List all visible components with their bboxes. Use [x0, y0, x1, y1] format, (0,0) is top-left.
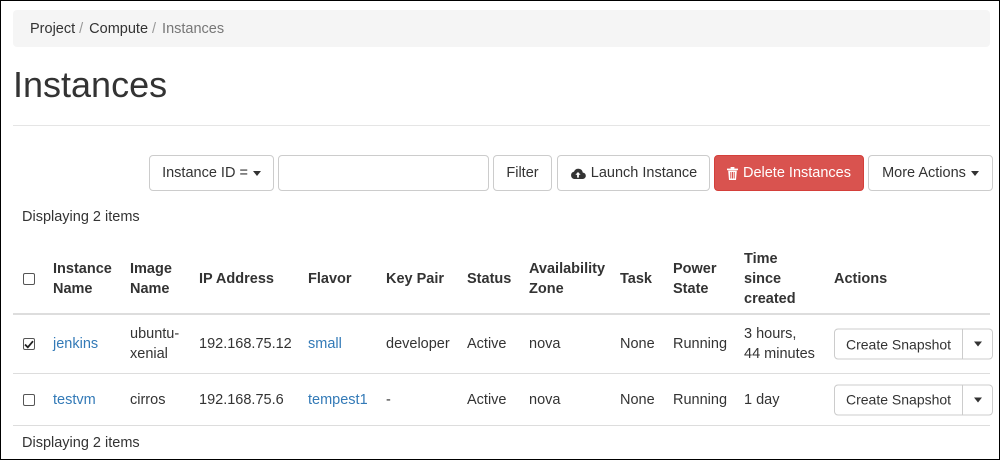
- header-line: Time: [744, 251, 778, 267]
- header-line: Zone: [529, 281, 564, 297]
- row-checkbox[interactable]: [23, 393, 35, 406]
- delete-instances-label: Delete Instances: [742, 165, 851, 181]
- cell-line: ubuntu-: [130, 326, 180, 342]
- header-status[interactable]: Status: [467, 243, 511, 315]
- page-title: Instances: [13, 64, 168, 105]
- status-cell: Active: [467, 336, 507, 352]
- item-count-top: Displaying 2 items: [22, 209, 140, 225]
- cloud-upload-icon: [570, 167, 586, 180]
- cell-line: 3 hours,: [744, 326, 797, 342]
- create-snapshot-button[interactable]: Create Snapshot: [834, 384, 964, 415]
- time-since-created-cell: 1 day: [744, 391, 780, 408]
- filter-button[interactable]: Filter: [493, 155, 552, 191]
- table-row: testvm cirros 192.168.75.6 tempest1 - Ac…: [13, 374, 994, 426]
- header-line: Name: [53, 281, 93, 297]
- row-actions: Create Snapshot: [834, 384, 994, 415]
- trash-icon: [726, 166, 738, 180]
- header-actions: Actions: [834, 271, 888, 287]
- key-pair-cell: developer: [386, 336, 450, 352]
- caret-down-icon: [973, 341, 982, 347]
- header-line: Name: [130, 281, 170, 297]
- filter-field-select[interactable]: Instance ID =: [149, 155, 274, 191]
- breadcrumb-separator: /: [79, 20, 84, 37]
- table-row: jenkins ubuntu-xenial 192.168.75.12 smal…: [13, 315, 994, 374]
- breadcrumb: Project / Compute / Instances: [13, 10, 990, 47]
- select-all-checkbox[interactable]: [23, 273, 35, 285]
- item-count-bottom: Displaying 2 items: [22, 435, 140, 451]
- image-name-cell: ubuntu-xenial: [130, 315, 179, 373]
- header-instance-name[interactable]: Instance Name: [53, 243, 112, 315]
- delete-instances-button[interactable]: Delete Instances: [714, 155, 864, 191]
- header-line: since: [744, 271, 782, 287]
- header-power-state[interactable]: Power State: [673, 243, 717, 315]
- header-key-pair[interactable]: Key Pair: [386, 243, 444, 315]
- row-actions-dropdown[interactable]: [963, 384, 994, 415]
- header-ip-address[interactable]: IP Address: [199, 243, 274, 315]
- filter-input[interactable]: [278, 155, 489, 191]
- header-line: created: [744, 291, 796, 307]
- key-pair-cell: -: [386, 391, 391, 408]
- filter-field-label: Instance ID =: [162, 165, 248, 181]
- launch-instance-button[interactable]: Launch Instance: [557, 155, 710, 191]
- header-availability-zone[interactable]: Availability Zone: [529, 243, 605, 315]
- flavor-link[interactable]: tempest1: [308, 374, 368, 425]
- header-flavor[interactable]: Flavor: [308, 243, 352, 315]
- filter-button-label: Filter: [506, 165, 539, 181]
- availability-zone-cell: nova: [529, 336, 561, 352]
- table-header: Instance Name Image Name IP Address Flavor…: [13, 243, 990, 315]
- header-line: Power: [673, 261, 717, 277]
- task-cell: None: [620, 336, 655, 352]
- row-checkbox[interactable]: [23, 338, 35, 350]
- caret-down-icon: [252, 170, 261, 176]
- breadcrumb-current: Instances: [162, 20, 225, 37]
- availability-zone-cell: nova: [529, 391, 561, 408]
- header-time-since-created[interactable]: Time since created: [744, 243, 796, 315]
- breadcrumb-project[interactable]: Project: [30, 21, 75, 37]
- header-line: State: [673, 281, 709, 297]
- row-actions-dropdown[interactable]: [963, 328, 994, 360]
- header-line: Instance: [53, 261, 112, 277]
- checkmark-icon: [24, 340, 34, 349]
- header-image-name[interactable]: Image Name: [130, 243, 172, 315]
- select-all-cell: [23, 243, 35, 315]
- breadcrumb-separator: /: [152, 20, 157, 37]
- ip-address-cell: 192.168.75.6: [199, 391, 284, 408]
- task-cell: None: [620, 391, 655, 408]
- header-line: Availability: [529, 261, 606, 277]
- caret-down-icon: [973, 397, 982, 402]
- row-select-cell: [23, 315, 35, 373]
- more-actions-label: More Actions: [882, 165, 966, 181]
- header-line: Image: [130, 261, 172, 277]
- title-divider: [13, 125, 990, 126]
- row-select-cell: [23, 374, 35, 425]
- row-actions: Create Snapshot: [834, 328, 994, 360]
- power-state-cell: Running: [673, 336, 728, 352]
- cell-line: 44 minutes: [744, 346, 815, 362]
- time-since-created-cell: 3 hours, 44 minutes: [744, 315, 815, 373]
- status-cell: Active: [467, 391, 507, 408]
- flavor-link[interactable]: small: [308, 315, 342, 373]
- cell-line: xenial: [130, 346, 168, 362]
- launch-instance-label: Launch Instance: [590, 165, 698, 181]
- table-toolbar: Instance ID = Filter Launch Instance Del…: [0, 155, 1000, 191]
- more-actions-button[interactable]: More Actions: [868, 155, 993, 191]
- instance-name-link[interactable]: jenkins: [53, 315, 98, 373]
- create-snapshot-button[interactable]: Create Snapshot: [834, 328, 964, 360]
- breadcrumb-compute[interactable]: Compute: [89, 21, 148, 37]
- image-name-cell: cirros: [130, 391, 166, 408]
- ip-address-cell: 192.168.75.12: [199, 336, 292, 352]
- power-state-cell: Running: [673, 391, 728, 408]
- instance-name-link[interactable]: testvm: [53, 374, 96, 425]
- caret-down-icon: [970, 170, 979, 176]
- header-task[interactable]: Task: [620, 243, 652, 315]
